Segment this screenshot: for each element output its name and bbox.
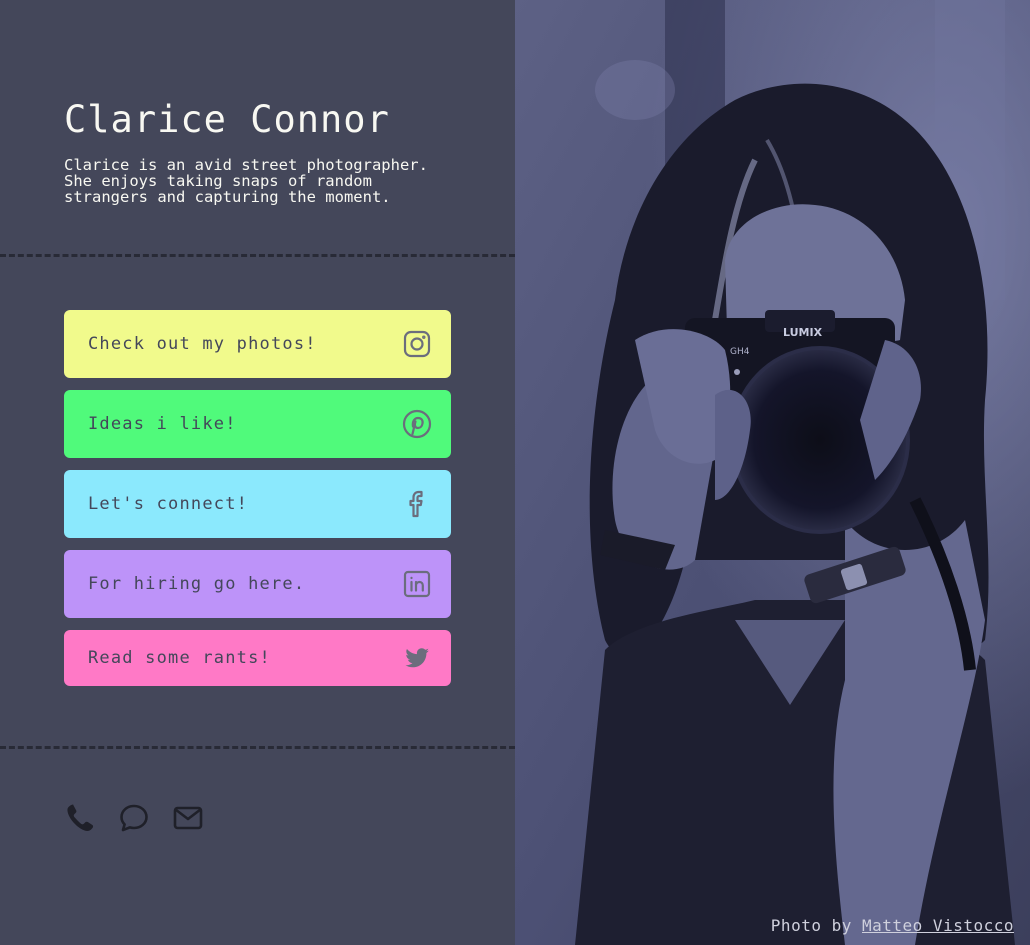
hero-photo: LUMIX GH4 Photo by Matteo Vistocco <box>515 0 1030 945</box>
link-hiring-button[interactable]: For hiring go here. <box>64 550 451 618</box>
link-label: Check out my photos! <box>88 334 317 354</box>
link-rants-button[interactable]: Read some rants! <box>64 630 451 686</box>
link-label: Ideas i like! <box>88 414 237 434</box>
link-connect-button[interactable]: Let's connect! <box>64 470 451 538</box>
profile-name: Clarice Connor <box>64 98 390 141</box>
photo-credit: Photo by Matteo Vistocco <box>771 916 1014 935</box>
link-label: Let's connect! <box>88 494 249 514</box>
profile-bio: Clarice is an avid street photographer. … <box>64 156 428 206</box>
link-photos-button[interactable]: Check out my photos! <box>64 310 451 378</box>
linkedin-icon <box>402 569 432 599</box>
photographer-image: LUMIX GH4 <box>515 0 1030 945</box>
svg-text:GH4: GH4 <box>730 347 750 357</box>
mail-icon[interactable] <box>172 802 204 834</box>
profile-panel: Clarice Connor Clarice is an avid street… <box>0 0 515 945</box>
link-label: For hiring go here. <box>88 574 306 594</box>
link-label: Read some rants! <box>88 648 271 668</box>
photo-credit-author-link[interactable]: Matteo Vistocco <box>862 916 1014 935</box>
social-links: Check out my photos! Ideas i like! Let's… <box>64 310 451 686</box>
link-ideas-button[interactable]: Ideas i like! <box>64 390 451 458</box>
instagram-icon <box>402 329 432 359</box>
facebook-icon <box>402 489 432 519</box>
photo-credit-prefix: Photo by <box>770 916 852 935</box>
phone-icon[interactable] <box>64 802 96 834</box>
contact-icons <box>64 802 204 834</box>
top-divider <box>0 254 515 257</box>
svg-text:LUMIX: LUMIX <box>783 326 823 339</box>
twitter-icon <box>402 643 432 673</box>
chat-bubble-icon[interactable] <box>118 802 150 834</box>
bottom-divider <box>0 746 515 749</box>
pinterest-icon <box>402 409 432 439</box>
